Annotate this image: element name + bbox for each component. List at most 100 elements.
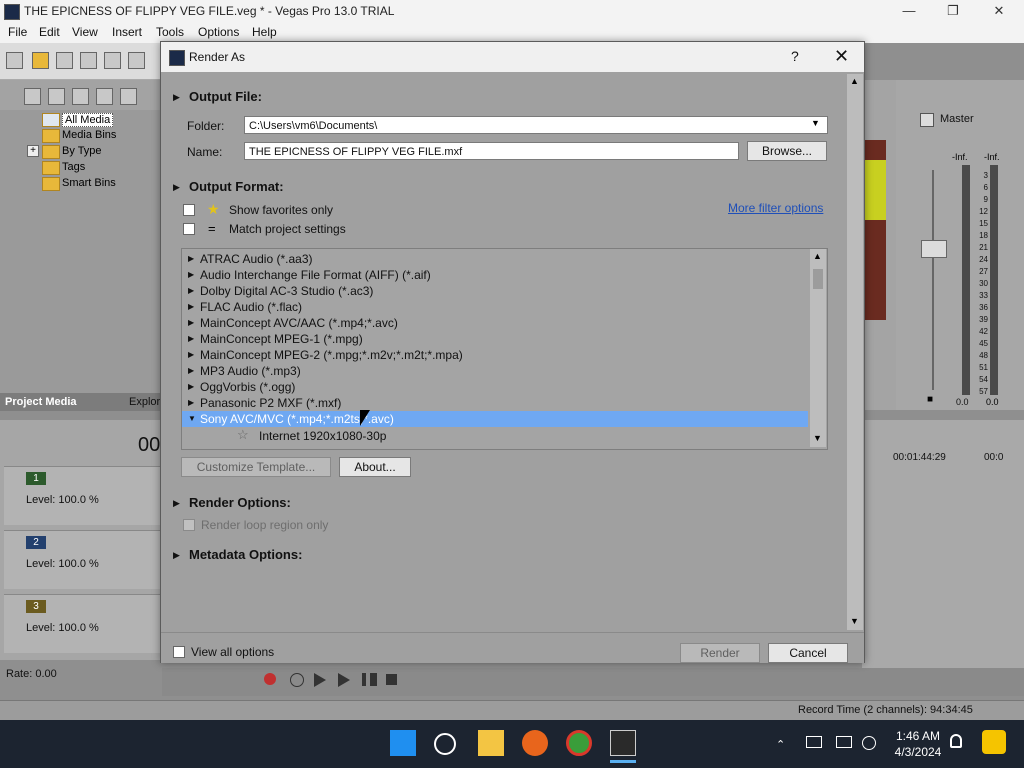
- collapse-icon[interactable]: ▼: [188, 411, 196, 427]
- track-level[interactable]: Level: 100.0 %: [26, 494, 99, 506]
- format-list-scrollbar[interactable]: ▲ ▼: [810, 249, 826, 447]
- list-item[interactable]: ▶ FLAC Audio (*.flac): [182, 299, 808, 315]
- menu-insert[interactable]: Insert: [112, 25, 142, 39]
- minimize-button[interactable]: —: [886, 2, 932, 22]
- expand-icon[interactable]: ▶: [188, 379, 194, 395]
- list-item[interactable]: ▶ MainConcept MPEG-2 (*.mpg;*.m2v;*.m2t;*…: [182, 347, 808, 363]
- tree-item-media-bins[interactable]: Media Bins: [62, 129, 116, 141]
- dialog-scrollbar[interactable]: ▲ ▼: [847, 74, 863, 630]
- notification-bell-icon[interactable]: [950, 734, 962, 748]
- chevron-up-icon[interactable]: ⌃: [776, 738, 785, 751]
- browse-button[interactable]: Browse...: [747, 141, 827, 161]
- save-icon[interactable]: [56, 52, 73, 69]
- tree-item-by-type[interactable]: By Type: [62, 145, 102, 157]
- search-icon[interactable]: [434, 733, 456, 755]
- media-fx-icon[interactable]: [72, 88, 89, 105]
- firefox-icon[interactable]: [522, 730, 548, 756]
- list-item[interactable]: ▶ Audio Interchange File Format (AIFF) (*…: [182, 267, 808, 283]
- list-item[interactable]: ▶ Panasonic P2 MXF (*.mxf): [182, 395, 808, 411]
- match-project-checkbox[interactable]: [183, 223, 195, 235]
- master-fader-handle[interactable]: [921, 240, 947, 258]
- menu-edit[interactable]: Edit: [39, 25, 60, 39]
- expand-icon[interactable]: ▶: [188, 267, 194, 283]
- taskbar-clock[interactable]: 1:46 AM 4/3/2024: [888, 728, 948, 760]
- list-item[interactable]: ▶ Dolby Digital AC-3 Studio (*.ac3): [182, 283, 808, 299]
- lock-icon[interactable]: ■: [927, 394, 933, 405]
- start-menu-icon[interactable]: [390, 730, 416, 756]
- pause-icon[interactable]: [362, 673, 370, 686]
- track-level[interactable]: Level: 100.0 %: [26, 558, 99, 570]
- play-from-start-icon[interactable]: [314, 673, 326, 687]
- loop-icon[interactable]: [290, 673, 304, 687]
- menu-tools[interactable]: Tools: [156, 25, 184, 39]
- scroll-down-icon[interactable]: ▼: [813, 433, 822, 443]
- properties-icon[interactable]: [128, 52, 145, 69]
- track-level[interactable]: Level: 100.0 %: [26, 622, 99, 634]
- playback-rate[interactable]: Rate: 0.00: [6, 668, 57, 680]
- scroll-up-icon[interactable]: ▲: [813, 251, 822, 261]
- record-icon[interactable]: [264, 673, 276, 685]
- premium-badge-icon[interactable]: [982, 730, 1006, 754]
- menu-file[interactable]: File: [8, 25, 27, 39]
- vegas-taskbar-icon[interactable]: [610, 730, 636, 756]
- show-favorites-checkbox[interactable]: [183, 204, 195, 216]
- list-item-selected[interactable]: ▼ Sony AVC/MVC (*.mp4;*.m2ts;*.avc): [182, 411, 808, 427]
- dialog-close-button[interactable]: ✕: [834, 46, 849, 67]
- list-item[interactable]: ▶ MainConcept MPEG-1 (*.mpg): [182, 331, 808, 347]
- scroll-thumb[interactable]: [813, 269, 823, 289]
- network-icon[interactable]: [806, 736, 822, 748]
- save-as-icon[interactable]: [80, 52, 97, 69]
- expand-icon[interactable]: ▶: [188, 395, 194, 411]
- tree-item-smart-bins[interactable]: Smart Bins: [62, 177, 116, 189]
- menu-view[interactable]: View: [72, 25, 98, 39]
- favorite-star-icon[interactable]: ☆: [237, 427, 249, 443]
- format-list[interactable]: ▶ ATRAC Audio (*.aa3) ▶ Audio Interchange …: [181, 248, 828, 450]
- customize-template-button[interactable]: Customize Template...: [181, 457, 331, 477]
- dialog-scroll-down-icon[interactable]: ▼: [850, 616, 859, 626]
- template-item[interactable]: Internet 1920x1080-30p: [259, 429, 386, 443]
- tree-item-tags[interactable]: Tags: [62, 161, 85, 173]
- capture-icon[interactable]: [48, 88, 65, 105]
- expand-icon[interactable]: ▶: [188, 251, 194, 267]
- stop-icon[interactable]: [386, 674, 397, 685]
- search-media-icon[interactable]: [120, 88, 137, 105]
- chrome-icon[interactable]: [566, 730, 592, 756]
- expand-icon[interactable]: ▶: [188, 363, 194, 379]
- render-loop-checkbox[interactable]: [183, 519, 195, 531]
- tree-item-all-media[interactable]: All Media: [62, 113, 114, 127]
- menu-options[interactable]: Options: [198, 25, 239, 39]
- play-icon[interactable]: [338, 673, 350, 687]
- new-project-icon[interactable]: [6, 52, 23, 69]
- expand-render-options-icon[interactable]: ▶: [173, 498, 180, 509]
- close-window-button[interactable]: ✕: [976, 2, 1022, 22]
- dialog-scroll-up-icon[interactable]: ▲: [850, 76, 859, 86]
- render-icon[interactable]: [104, 52, 121, 69]
- list-item[interactable]: ▶ MainConcept AVC/AAC (*.mp4;*.avc): [182, 315, 808, 331]
- cancel-button[interactable]: Cancel: [768, 643, 848, 663]
- about-button[interactable]: About...: [339, 457, 411, 477]
- menu-help[interactable]: Help: [252, 25, 277, 39]
- tab-explorer[interactable]: Explor: [129, 396, 160, 408]
- help-button[interactable]: ?: [791, 48, 799, 64]
- name-input[interactable]: THE EPICNESS OF FLIPPY VEG FILE.mxf: [244, 142, 739, 160]
- expand-icon[interactable]: ▶: [188, 283, 194, 299]
- more-filter-options-link[interactable]: More filter options: [728, 201, 823, 215]
- list-item[interactable]: ▶ ATRAC Audio (*.aa3): [182, 251, 808, 267]
- list-item[interactable]: ▶ OggVorbis (*.ogg): [182, 379, 808, 395]
- render-button[interactable]: Render: [680, 643, 760, 663]
- expand-icon[interactable]: ▶: [188, 315, 194, 331]
- collapse-output-format-icon[interactable]: ▶: [173, 182, 180, 193]
- maximize-button[interactable]: ❐: [930, 2, 976, 22]
- volume-muted-icon[interactable]: [862, 736, 876, 750]
- folder-input[interactable]: C:\Users\vm6\Documents\: [244, 116, 828, 134]
- collapse-output-file-icon[interactable]: ▶: [173, 92, 180, 103]
- expand-icon[interactable]: ▶: [188, 299, 194, 315]
- tab-project-media[interactable]: Project Media: [5, 396, 77, 408]
- list-item[interactable]: ▶ MP3 Audio (*.mp3): [182, 363, 808, 379]
- open-folder-icon[interactable]: [32, 52, 49, 69]
- monitor-icon[interactable]: [836, 736, 852, 748]
- expand-icon[interactable]: ▶: [188, 331, 194, 347]
- view-all-options-checkbox[interactable]: [173, 646, 185, 658]
- folder-dropdown-chevron-icon[interactable]: ▼: [811, 118, 820, 128]
- import-media-icon[interactable]: [24, 88, 41, 105]
